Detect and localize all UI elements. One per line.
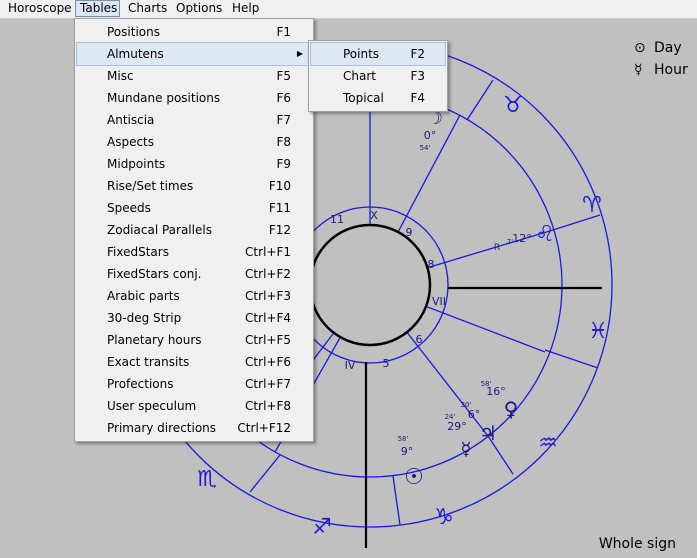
submenu-item-points[interactable]: Points F2 xyxy=(310,42,446,66)
menu-item-misc[interactable]: Misc F5 xyxy=(77,65,311,87)
planet-minute: 58' xyxy=(398,435,409,443)
menu-item-speeds[interactable]: Speeds F11 xyxy=(77,197,311,219)
submenu-arrow-icon: ▶ xyxy=(296,49,303,58)
menu-options[interactable]: Options xyxy=(172,0,224,17)
house-label: 9 xyxy=(406,226,413,239)
center-circle xyxy=(308,223,432,347)
menu-item-zodiacal-parallels[interactable]: Zodiacal Parallels F12 xyxy=(77,219,311,241)
menu-horoscope[interactable]: Horoscope xyxy=(4,0,74,17)
menu-charts[interactable]: Charts xyxy=(124,0,167,17)
legend-hour-label: Hour xyxy=(654,62,688,78)
planet-minute: 24' xyxy=(445,413,456,421)
planet-minute: 54' xyxy=(420,144,431,152)
planet-minute: 30' xyxy=(461,401,472,409)
menu-item-antiscia[interactable]: Antiscia F7 xyxy=(77,109,311,131)
menu-item-planetary-hours[interactable]: Planetary hours Ctrl+F5 xyxy=(77,329,311,351)
menu-item-primary-directions[interactable]: Primary directions Ctrl+F12 xyxy=(77,417,311,439)
house-label: 6 xyxy=(416,333,423,346)
house-system-label: Whole sign xyxy=(598,536,676,552)
house-label: 8 xyxy=(428,258,435,271)
house-label: IV xyxy=(345,359,356,372)
planet-minute: 58' xyxy=(481,380,492,388)
legend-hour: ☿ Hour xyxy=(634,62,688,78)
menu-item-fixedstars[interactable]: FixedStars Ctrl+F1 xyxy=(77,241,311,263)
menu-item-rise-set-times[interactable]: Rise/Set times F10 xyxy=(77,175,311,197)
house-label: 11 xyxy=(330,213,344,226)
leo-glyph: ♌ xyxy=(535,222,555,247)
legend-day-label: Day xyxy=(654,40,682,56)
pisces-glyph: ♓ xyxy=(588,319,608,344)
menu-item-mundane-positions[interactable]: Mundane positions F6 xyxy=(77,87,311,109)
jupiter-glyph: ♃ xyxy=(479,421,497,445)
menu-item-midpoints[interactable]: Midpoints F9 xyxy=(77,153,311,175)
almutens-submenu: Points F2 Chart F3 Topical F4 xyxy=(308,40,448,112)
sagittarius-glyph: ♐ xyxy=(312,515,332,540)
planet-degree: 12° xyxy=(512,232,532,245)
menu-item-almutens[interactable]: Almutens ▶ xyxy=(76,42,312,66)
aries-glyph: ♈ xyxy=(582,193,602,218)
menu-item-exact-transits[interactable]: Exact transits Ctrl+F6 xyxy=(77,351,311,373)
submenu-item-topical[interactable]: Topical F4 xyxy=(311,87,445,109)
menu-item-positions[interactable]: Positions F1 xyxy=(77,21,311,43)
capricorn-glyph: ♑ xyxy=(434,505,454,530)
taurus-glyph: ♉ xyxy=(503,93,523,118)
planet-degree: 0° xyxy=(424,129,437,142)
house-label: VII xyxy=(432,295,446,308)
planet-degree: 9° xyxy=(401,445,414,458)
menu-item-profections[interactable]: Profections Ctrl+F7 xyxy=(77,373,311,395)
menu-item-user-speculum[interactable]: User speculum Ctrl+F8 xyxy=(77,395,311,417)
mercury-glyph: ☿ xyxy=(460,439,471,460)
sun-icon: ⊙ xyxy=(634,40,646,56)
menu-item-fixedstars-conj[interactable]: FixedStars conj. Ctrl+F2 xyxy=(77,263,311,285)
scorpio-glyph: ♏ xyxy=(197,467,217,492)
planet-degree: 29° xyxy=(447,420,467,433)
sun-glyph: ☉ xyxy=(404,465,424,490)
house-label: 5 xyxy=(383,357,390,370)
house-label: X xyxy=(370,209,378,222)
venus-glyph: ♀ xyxy=(504,397,519,421)
menu-bar: Horoscope Tables Charts Options Help xyxy=(0,0,697,19)
menu-item-arabic-parts[interactable]: Arabic parts Ctrl+F3 xyxy=(77,285,311,307)
planet-minute: 7' xyxy=(507,238,513,246)
mercury-icon: ☿ xyxy=(634,62,643,78)
planet-degree: 6° xyxy=(468,408,481,421)
retrograde-mark: R xyxy=(494,243,500,253)
menu-item-30-deg-strip[interactable]: 30-deg Strip Ctrl+F4 xyxy=(77,307,311,329)
menu-tables[interactable]: Tables xyxy=(75,0,120,17)
tables-menu: Positions F1 Almutens ▶ Misc F5 Mundane pos… xyxy=(74,18,314,442)
menu-item-aspects[interactable]: Aspects F8 xyxy=(77,131,311,153)
legend-day: ⊙ Day xyxy=(634,40,682,56)
menu-help[interactable]: Help xyxy=(228,0,264,17)
submenu-item-chart[interactable]: Chart F3 xyxy=(311,65,445,87)
aquarius-glyph: ♒ xyxy=(538,431,558,456)
